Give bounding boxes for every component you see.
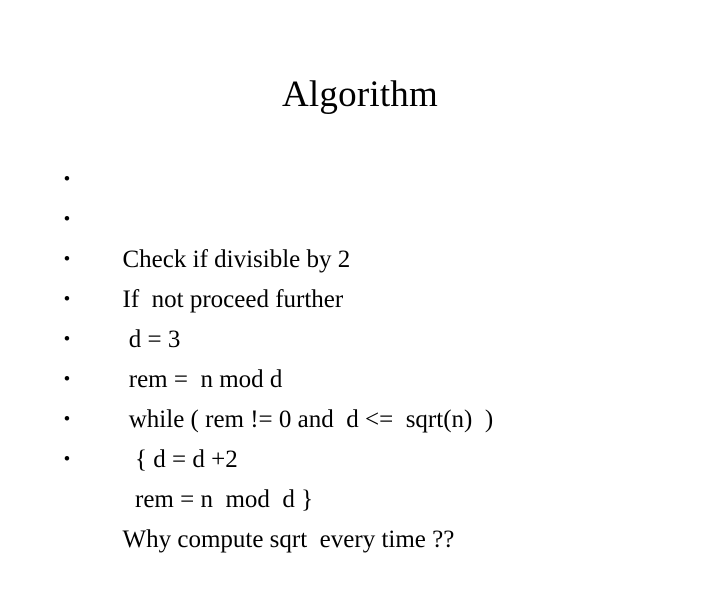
bullet-point-icon: •: [63, 449, 71, 470]
list-item: • If not proceed further: [55, 200, 675, 313]
bullet-point-icon: •: [63, 209, 71, 230]
list-item: • Check if divisible by 2: [55, 160, 675, 273]
list-item: • Why compute sqrt every time ??: [55, 440, 675, 553]
bullet-list: • Check if divisible by 2 • If not proce…: [55, 160, 675, 553]
bullet-point-icon: •: [63, 409, 71, 430]
list-item: • rem = n mod d: [55, 280, 675, 393]
list-item: • rem = n mod d }: [55, 400, 675, 513]
bullet-point-icon: •: [63, 329, 71, 350]
slide: Algorithm • Check if divisible by 2 • If…: [0, 0, 720, 553]
bullet-point-icon: •: [63, 369, 71, 390]
bullet-point-icon: •: [63, 249, 71, 270]
page-title: Algorithm: [282, 73, 438, 115]
list-item-label: rem = n mod d }: [122, 486, 314, 513]
list-item: • d = 3: [55, 240, 675, 353]
bullet-point-icon: •: [63, 289, 71, 310]
list-item: • while ( rem != 0 and d <= sqrt(n) ): [55, 320, 675, 433]
list-item: • { d = d +2: [55, 360, 675, 473]
list-item-label: Why compute sqrt every time ??: [122, 526, 455, 553]
bullet-point-icon: •: [63, 169, 71, 190]
